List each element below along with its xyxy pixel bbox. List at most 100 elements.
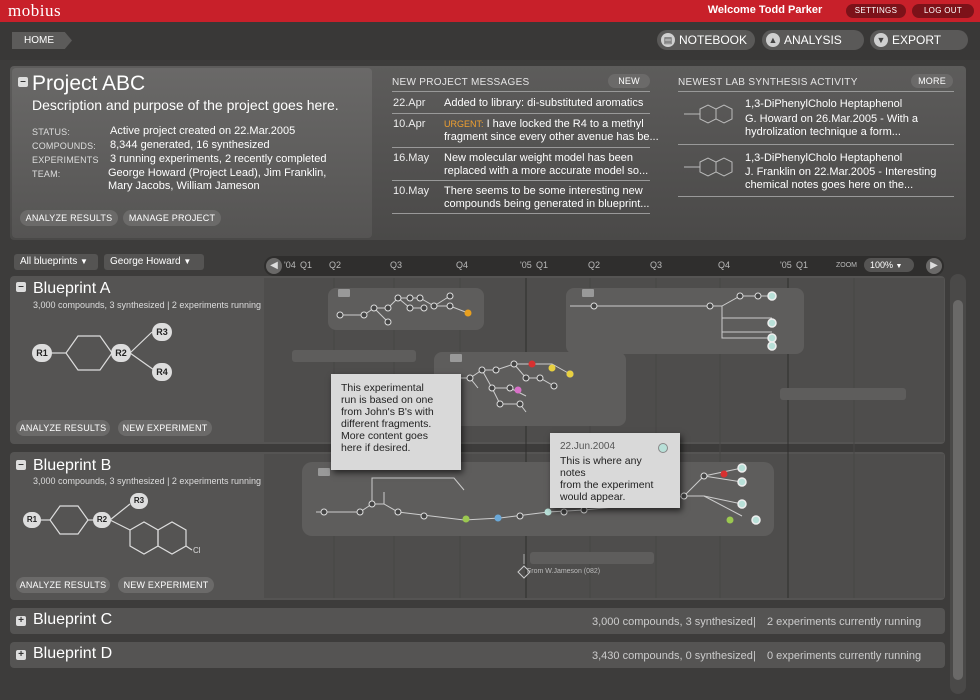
- blueprint-filter-value: All blueprints: [20, 256, 78, 267]
- message-line: compounds being generated in blueprint..…: [444, 198, 650, 210]
- compounds-value: 8,344 generated, 16 synthesized: [110, 139, 270, 151]
- tooltip-line: run is based on one: [341, 394, 434, 406]
- message-text[interactable]: URGENT: I have locked the R4 to a methyl: [444, 118, 654, 131]
- chlorine-label: Cl: [193, 546, 201, 555]
- expand-blueprint-c-icon[interactable]: +: [16, 616, 26, 626]
- timeline-tick: Q1: [536, 260, 549, 270]
- blueprint-filter-select[interactable]: All blueprints ▼: [14, 254, 98, 270]
- messages-heading: NEW PROJECT MESSAGES: [392, 77, 530, 88]
- export-button[interactable]: ▼ EXPORT: [870, 30, 968, 50]
- project-title: Project ABC: [32, 72, 146, 95]
- activity-heading: NEWEST LAB SYNTHESIS ACTIVITY: [678, 77, 858, 88]
- blueprint-b-molecule: [40, 503, 193, 555]
- new-experiment-button[interactable]: NEW EXPERIMENT: [118, 577, 214, 593]
- timeline-tick: Q4: [718, 260, 731, 270]
- home-button[interactable]: HOME: [12, 32, 72, 49]
- team-value-2: Mary Jacobs, William Jameson: [108, 180, 260, 192]
- tooltip-line: More content goes: [341, 430, 428, 442]
- tooltip-line: different fragments.: [341, 418, 432, 430]
- new-experiment-button[interactable]: NEW EXPERIMENT: [118, 420, 212, 436]
- r2-label: R2: [111, 344, 131, 362]
- r3-label: R3: [130, 493, 148, 509]
- experiment-tooltip: This experimental run is based on one fr…: [331, 374, 461, 470]
- activity-title[interactable]: 1,3-DiPhenylCholo Heptaphenol: [745, 152, 902, 164]
- analyze-results-button[interactable]: ANALYZE RESULTS: [20, 210, 118, 226]
- note-status-icon: [658, 443, 668, 453]
- blueprint-b-summary: 3,000 compounds, 3 synthesized | 2 exper…: [33, 476, 261, 486]
- tooltip-line: would appear.: [560, 491, 626, 503]
- export-label: EXPORT: [892, 33, 942, 47]
- analysis-label: ANALYSIS: [784, 33, 842, 47]
- timeline-tick: Q2: [588, 260, 601, 270]
- chevron-down-icon: ▼: [895, 263, 903, 270]
- welcome-text: Welcome Todd Parker: [707, 4, 823, 16]
- message-line: fragment since every other avenue has be…: [444, 131, 659, 143]
- zoom-value: 100%: [870, 260, 894, 270]
- notebook-icon: ▤: [661, 33, 675, 47]
- message-date: 10.Apr: [393, 118, 426, 130]
- blueprint-d-title: Blueprint D: [33, 645, 113, 662]
- zoom-select[interactable]: 100% ▼: [864, 258, 914, 272]
- separator: |: [753, 616, 756, 628]
- messages-divider: [392, 91, 650, 92]
- team-value-1: George Howard (Project Lead), Jim Frankl…: [108, 167, 327, 179]
- tooltip-line: here if desired.: [341, 442, 411, 454]
- timeline-tick: '05: [780, 260, 792, 270]
- collapse-blueprint-b-icon[interactable]: –: [16, 460, 26, 470]
- person-filter-select[interactable]: George Howard ▼: [104, 254, 204, 270]
- activity-title[interactable]: 1,3-DiPhenylCholo Heptaphenol: [745, 98, 902, 110]
- experiments-label: EXPERIMENTS: [32, 155, 99, 165]
- expand-blueprint-d-icon[interactable]: +: [16, 650, 26, 660]
- manage-project-button[interactable]: MANAGE PROJECT: [123, 210, 221, 226]
- tooltip-line: from the experiment: [560, 479, 654, 491]
- collapse-blueprint-a-icon[interactable]: –: [16, 282, 26, 292]
- blueprint-d-compounds: 3,430 compounds, 0 synthesized: [592, 650, 753, 662]
- export-icon: ▼: [874, 33, 888, 47]
- activity-text: hydrolization technique a form...: [745, 126, 901, 138]
- message-line: replaced with a more accurate model so..…: [444, 165, 649, 177]
- timeline-prev-icon[interactable]: ◀: [266, 258, 282, 274]
- analysis-button[interactable]: ▲ ANALYSIS: [762, 30, 864, 50]
- tooltip-line: This experimental: [341, 382, 424, 394]
- message-text[interactable]: There seems to be some interesting new: [444, 185, 643, 198]
- more-activity-button[interactable]: MORE: [911, 74, 953, 88]
- status-label: STATUS:: [32, 127, 71, 137]
- message-text[interactable]: New molecular weight model has been: [444, 152, 633, 165]
- timeline-tick: Q3: [650, 260, 663, 270]
- molecule-thumbnail: [684, 104, 733, 124]
- blueprint-b-title: Blueprint B: [33, 457, 112, 474]
- notebook-label: NOTEBOOK: [679, 33, 748, 47]
- analyze-results-button[interactable]: ANALYZE RESULTS: [16, 420, 110, 436]
- message-date: 22.Apr: [393, 97, 426, 109]
- activity-divider: [678, 144, 954, 145]
- separator: |: [753, 650, 756, 662]
- message-divider: [392, 180, 650, 181]
- note-tooltip: 22.Jun.2004 This is where any notes from…: [550, 433, 680, 508]
- from-note: From W.Jameson (082): [527, 568, 601, 575]
- activity-text: J. Franklin on 22.Mar.2005 - Interesting: [745, 166, 937, 178]
- logout-button[interactable]: LOG OUT: [912, 4, 974, 18]
- message-text[interactable]: Added to library: di-substituted aromati…: [444, 97, 643, 110]
- molecule-thumbnail: [684, 157, 733, 177]
- status-value: Active project created on 22.Mar.2005: [110, 125, 296, 137]
- r4-label: R4: [152, 363, 172, 381]
- blueprint-c-title: Blueprint C: [33, 611, 113, 628]
- activity-text: chemical notes goes here on the...: [745, 179, 914, 191]
- timeline-tick: Q2: [329, 260, 342, 270]
- new-message-button[interactable]: NEW: [608, 74, 650, 88]
- zoom-label: ZOOM: [836, 262, 857, 269]
- scrollbar-thumb[interactable]: [953, 300, 963, 680]
- message-divider: [392, 113, 650, 114]
- timeline-tick: Q3: [390, 260, 403, 270]
- analyze-results-button[interactable]: ANALYZE RESULTS: [16, 577, 110, 593]
- timeline-tick: Q4: [456, 260, 469, 270]
- blueprint-c-compounds: 3,000 compounds, 3 synthesized: [592, 616, 753, 628]
- notebook-button[interactable]: ▤ NOTEBOOK: [657, 30, 755, 50]
- settings-button[interactable]: SETTINGS: [846, 4, 906, 18]
- timeline-next-icon[interactable]: ▶: [926, 258, 942, 274]
- urgent-tag: URGENT:: [444, 119, 484, 129]
- person-filter-value: George Howard: [110, 256, 181, 267]
- collapse-project-icon[interactable]: –: [18, 77, 28, 87]
- chevron-down-icon: ▼: [80, 257, 88, 266]
- message-line: I have locked the R4 to a methyl: [483, 118, 644, 130]
